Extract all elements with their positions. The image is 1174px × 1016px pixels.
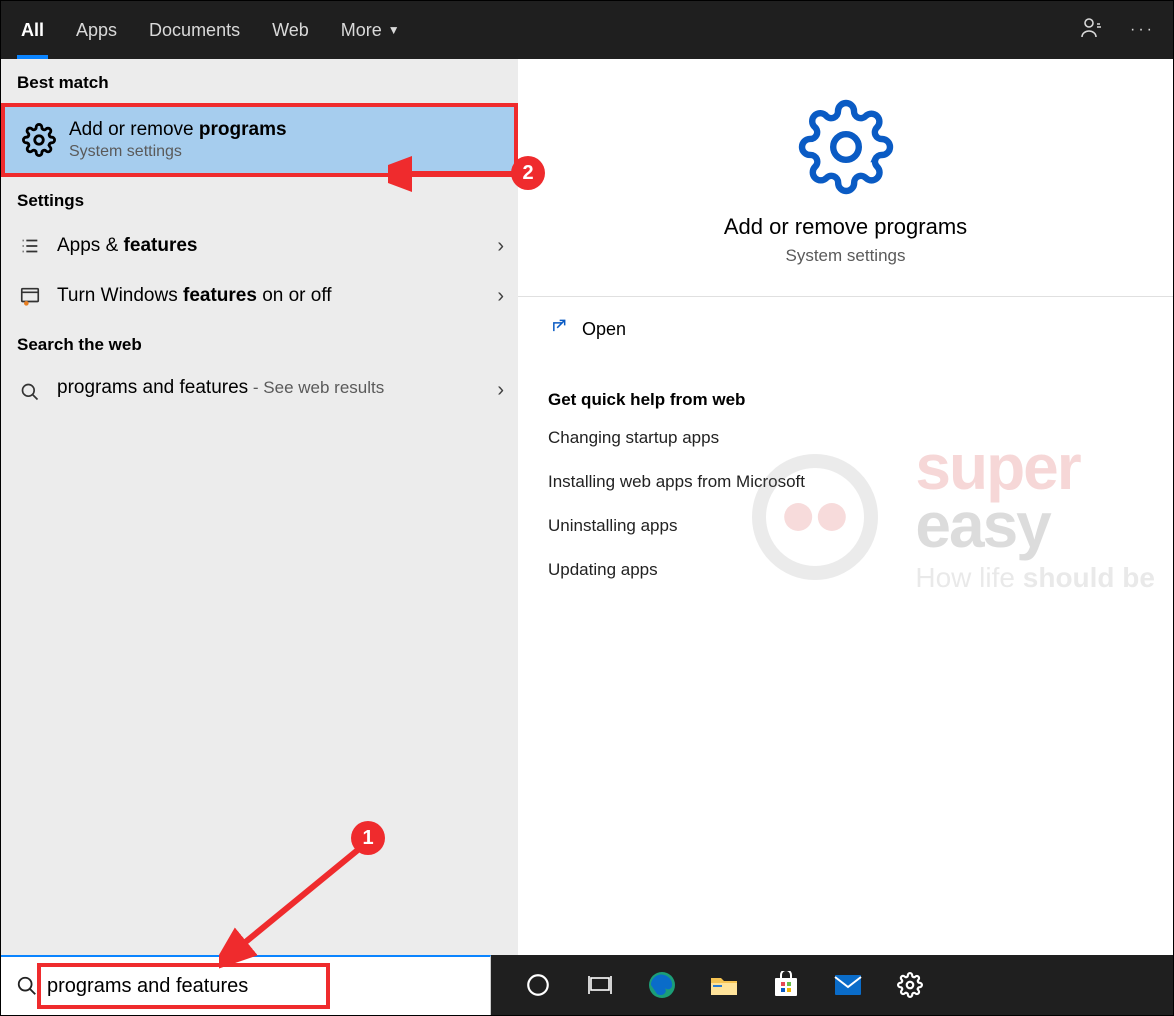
task-view-icon[interactable]	[583, 968, 617, 1002]
tab-all[interactable]: All	[19, 1, 46, 59]
list-icon	[15, 231, 45, 261]
cortana-icon[interactable]	[521, 968, 555, 1002]
preview-title: Add or remove programs	[724, 214, 967, 240]
preview-subtitle: System settings	[786, 246, 906, 266]
mail-icon[interactable]	[831, 968, 865, 1002]
microsoft-store-icon[interactable]	[769, 968, 803, 1002]
chevron-right-icon: ›	[497, 375, 504, 402]
settings-item-windows-features[interactable]: Turn Windows features on or off ›	[1, 271, 518, 321]
settings-item-label: Turn Windows features on or off	[57, 285, 332, 307]
chevron-right-icon: ›	[497, 235, 504, 258]
settings-icon[interactable]	[893, 968, 927, 1002]
search-input[interactable]	[41, 975, 480, 998]
tab-web[interactable]: Web	[270, 1, 311, 59]
settings-item-label: Apps & features	[57, 235, 197, 257]
quick-help-link[interactable]: Updating apps	[548, 548, 1143, 592]
quick-help-link[interactable]: Changing startup apps	[548, 416, 1143, 460]
chevron-down-icon: ▼	[388, 23, 400, 37]
search-icon	[13, 975, 41, 997]
best-match-header: Best match	[1, 59, 518, 103]
best-match-item[interactable]: Add or remove programs System settings	[1, 103, 518, 177]
quick-help-link[interactable]: Uninstalling apps	[548, 504, 1143, 548]
gear-icon	[19, 120, 59, 160]
open-label: Open	[582, 319, 626, 340]
settings-item-apps-features[interactable]: Apps & features ›	[1, 221, 518, 271]
account-icon[interactable]	[1080, 16, 1104, 45]
quick-help-link[interactable]: Installing web apps from Microsoft	[548, 460, 1143, 504]
edge-icon[interactable]	[645, 968, 679, 1002]
taskbar	[1, 955, 1173, 1015]
file-explorer-icon[interactable]	[707, 968, 741, 1002]
web-search-label: programs and features - See web results	[57, 375, 384, 401]
search-filter-tabs: All Apps Documents Web More ▼ ···	[1, 1, 1173, 59]
tab-apps[interactable]: Apps	[74, 1, 119, 59]
more-options-icon[interactable]: ···	[1130, 21, 1155, 39]
gear-icon	[798, 99, 894, 200]
settings-header: Settings	[1, 177, 518, 221]
preview-pane: super easy How life should be Add or rem…	[518, 59, 1173, 955]
tab-documents[interactable]: Documents	[147, 1, 242, 59]
open-button[interactable]: Open	[518, 297, 1173, 362]
chevron-right-icon: ›	[497, 285, 504, 308]
quick-help-header: Get quick help from web	[548, 390, 1143, 410]
open-external-icon	[548, 317, 568, 342]
best-match-title: Add or remove programs	[69, 119, 287, 141]
results-pane: Best match Add or remove programs System…	[1, 59, 518, 955]
web-search-item[interactable]: programs and features - See web results …	[1, 365, 518, 415]
search-icon	[15, 375, 45, 405]
tab-more[interactable]: More ▼	[339, 1, 402, 59]
window-toggle-icon	[15, 281, 45, 311]
best-match-subtitle: System settings	[69, 143, 287, 161]
search-web-header: Search the web	[1, 321, 518, 365]
taskbar-search[interactable]	[1, 955, 491, 1015]
